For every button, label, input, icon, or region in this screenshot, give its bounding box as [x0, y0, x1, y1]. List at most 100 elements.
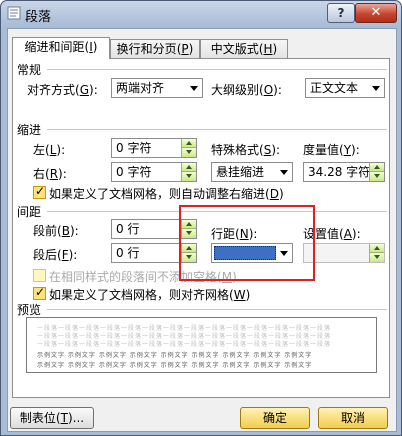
spin-down-icon[interactable] [369, 253, 384, 262]
space-before-key: B [61, 224, 70, 238]
spinner-buttons [369, 163, 384, 181]
space-after-spinner[interactable]: 0 行 [111, 243, 197, 263]
indent-spacing-panel: 常规 对齐方式(G): 两端对齐 大纲级别(O): 正文文本 缩进 左(L): … [12, 58, 390, 398]
outline-level-value: 正文文本 [310, 81, 359, 95]
spinner-buttons [369, 244, 384, 262]
no-space-same-style-label: 在相同样式的段落间不添加空格(M) [49, 270, 237, 284]
setting-value-spinner[interactable] [303, 243, 385, 263]
preview-box: 一段落一段落一段落一段落一段落一段落一段落一段落一段落一段落一段落一段落一段落一… [26, 317, 377, 373]
dialog-body: 缩进和间距(I) 换行和分页(P) 中文版式(H) 常规 对齐方式(G): 两端… [7, 28, 397, 432]
space-after-key: F [61, 248, 69, 262]
space-after-label-text: 段后 [33, 248, 58, 262]
right-indent-spinner[interactable]: 0 字符 [111, 162, 197, 182]
chevron-down-icon [280, 170, 288, 175]
outline-level-select[interactable]: 正文文本 [305, 78, 385, 98]
cancel-button[interactable]: 取消 [318, 407, 388, 429]
spinner-buttons [181, 220, 196, 238]
space-before-spinner[interactable]: 0 行 [111, 219, 197, 239]
left-indent-label: 左(L): [33, 143, 66, 157]
general-divider [47, 69, 387, 70]
tab-indent-spacing-key: I [89, 40, 93, 54]
line-spacing-label: 行距(N): [211, 227, 258, 241]
left-indent-key: L [49, 143, 57, 157]
spin-up-icon[interactable] [369, 163, 384, 172]
right-indent-label: 右(R): [33, 167, 67, 181]
tab-stops-button[interactable]: 制表位(T)... [10, 407, 94, 429]
alignment-label-text: 对齐方式 [27, 83, 76, 97]
line-spacing-label-text: 行距 [211, 227, 236, 241]
snap-to-grid-label-text: 如果定义了文档网格，则对齐网格 [49, 288, 230, 302]
measure-label: 度量值(Y): [303, 143, 360, 157]
dialog-title: 段落 [25, 10, 52, 25]
chevron-down-icon [190, 86, 198, 91]
tab-stops-key: T [60, 411, 68, 425]
snap-to-grid-label: 如果定义了文档网格，则对齐网格(W) [49, 288, 251, 302]
indent-divider [47, 129, 387, 130]
preview-section-title: 预览 [17, 303, 42, 317]
left-indent-value: 0 字符 [116, 141, 152, 155]
spin-up-icon[interactable] [181, 139, 196, 148]
spacing-divider [47, 211, 387, 212]
help-button[interactable]: ? [327, 3, 355, 23]
spacing-section-title: 间距 [17, 205, 42, 219]
space-before-value: 0 行 [116, 222, 140, 236]
line-spacing-select[interactable] [211, 243, 293, 263]
chevron-down-icon [372, 86, 380, 91]
tab-asian-typography[interactable]: 中文版式(H) [200, 39, 288, 58]
space-after-label: 段后(F): [33, 248, 78, 262]
setting-value-label: 设置值(A): [303, 227, 361, 241]
alignment-select[interactable]: 两端对齐 [111, 78, 203, 98]
general-section-title: 常规 [17, 63, 42, 77]
outline-level-label: 大纲级别(O): [211, 83, 282, 97]
paragraph-dialog: 段落 ? ✕ 缩进和间距(I) 换行和分页(P) 中文版式(H) 常规 对齐方式… [0, 0, 402, 436]
tab-indent-spacing[interactable]: 缩进和间距(I) [12, 37, 110, 59]
spin-up-icon[interactable] [369, 244, 384, 253]
setting-value-key: A [343, 227, 352, 241]
right-indent-value: 0 字符 [116, 165, 152, 179]
alignment-value: 两端对齐 [116, 81, 165, 95]
close-button[interactable]: ✕ [355, 3, 397, 23]
spin-down-icon[interactable] [181, 172, 196, 181]
measure-spinner[interactable]: 34.28 字符 [303, 162, 385, 182]
space-before-label: 段前(B): [33, 224, 79, 238]
preview-grey-line-3: 一段落一段落一段落一段落一段落一段落一段落一段落一段落一段落一段落一段落一段落一… [37, 341, 332, 348]
outline-level-key: O [263, 83, 274, 97]
special-format-select[interactable]: 悬挂缩进 [211, 162, 293, 182]
snap-to-grid-checkbox[interactable] [33, 285, 46, 300]
special-format-label-text: 特殊格式 [211, 143, 260, 157]
spin-up-icon[interactable] [181, 163, 196, 172]
indent-section-title: 缩进 [17, 123, 42, 137]
spin-up-icon[interactable] [181, 244, 196, 253]
spin-down-icon[interactable] [181, 148, 196, 157]
tab-stops-label: 制表位 [19, 411, 56, 425]
spin-up-icon[interactable] [181, 220, 196, 229]
ok-button[interactable]: 确定 [240, 407, 310, 429]
right-indent-key: R [49, 167, 59, 181]
special-format-value: 悬挂缩进 [216, 165, 265, 179]
title-bar[interactable]: 段落 ? ✕ [1, 1, 401, 26]
alignment-label: 对齐方式(G): [27, 83, 98, 97]
special-format-key: S [263, 143, 272, 157]
space-after-value: 0 行 [116, 246, 140, 260]
tab-line-page-breaks-label: 换行和分页 [116, 42, 177, 56]
spin-down-icon[interactable] [369, 172, 384, 181]
left-indent-label-text: 左 [33, 143, 46, 157]
no-space-same-style-checkbox[interactable] [33, 269, 46, 282]
auto-adjust-label: 如果定义了文档网格，则自动调整右缩进(D) [49, 187, 284, 201]
measure-key: Y [343, 143, 352, 157]
preview-sample-line-2: 示例文字 示例文字 示例文字 示例文字 示例文字 示例文字 示例文字 示例文字 … [37, 362, 313, 369]
space-before-label-text: 段前 [33, 224, 58, 238]
line-spacing-key: N [239, 227, 249, 241]
special-format-label: 特殊格式(S): [211, 143, 281, 157]
left-indent-spinner[interactable]: 0 字符 [111, 138, 197, 158]
measure-label-text: 度量值 [303, 143, 340, 157]
spin-down-icon[interactable] [181, 253, 196, 262]
auto-adjust-key: D [269, 187, 279, 201]
auto-adjust-checkbox[interactable] [33, 184, 46, 199]
line-spacing-selected-value [214, 246, 276, 260]
spin-down-icon[interactable] [181, 229, 196, 238]
outline-level-label-text: 大纲级别 [211, 83, 260, 97]
tab-line-page-breaks[interactable]: 换行和分页(P) [110, 39, 200, 58]
spinner-buttons [181, 139, 196, 157]
right-indent-label-text: 右 [33, 167, 46, 181]
